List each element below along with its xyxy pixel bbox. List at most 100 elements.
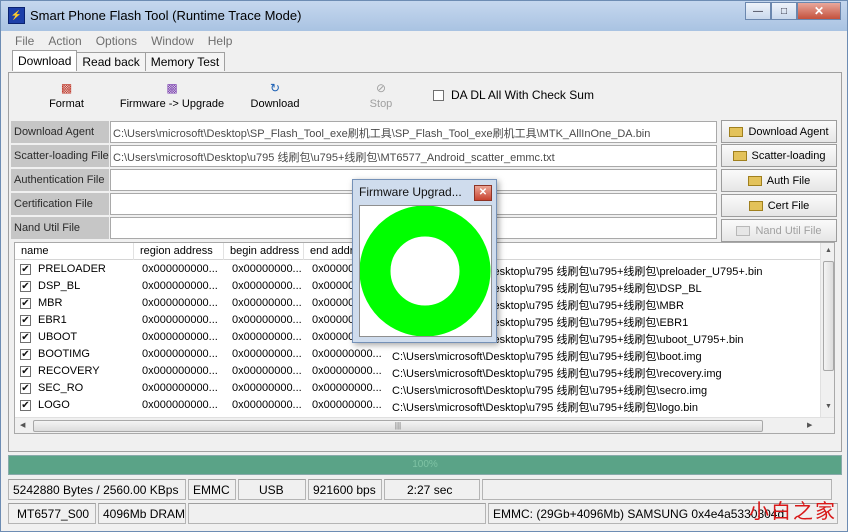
cert-file-button[interactable]: Cert File — [721, 194, 837, 217]
row-checkbox[interactable]: ✔ — [20, 383, 31, 394]
menu-action[interactable]: Action — [41, 34, 88, 48]
end-address-cell: 0x00000000... — [312, 382, 382, 394]
flash-tool-icon: ⚡ — [8, 7, 25, 24]
scatter-loading-button[interactable]: Scatter-loading — [721, 144, 837, 167]
close-icon[interactable]: ✕ — [797, 2, 841, 20]
transfer-rate: 5242880 Bytes / 2560.00 KBps — [8, 479, 186, 500]
maximize-icon[interactable]: □ — [771, 2, 797, 20]
port-type: USB — [238, 479, 306, 500]
location-cell: C:\Users\microsoft\Desktop\u795 线刷包\u795… — [392, 368, 722, 380]
row-checkbox[interactable]: ✔ — [20, 315, 31, 326]
folder-icon — [732, 150, 747, 161]
partition-name-cell: BOOTIMG — [38, 348, 90, 360]
menu-window[interactable]: Window — [144, 34, 201, 48]
partition-name-cell: MBR — [38, 297, 63, 309]
begin-address-cell: 0x00000000... — [232, 314, 302, 326]
scroll-thumb[interactable] — [823, 261, 834, 371]
checksum-checkbox[interactable]: DA DL All With Check Sum — [433, 88, 594, 102]
download-agent-field[interactable]: C:\Users\microsoft\Desktop\SP_Flash_Tool… — [110, 121, 717, 143]
end-address-cell: 0x00000000... — [312, 365, 382, 377]
folder-icon — [747, 175, 762, 186]
row-checkbox[interactable]: ✔ — [20, 349, 31, 360]
download-label: Download — [250, 98, 300, 110]
table-row[interactable]: ✔ BOOTIMG 0x000000000... 0x00000000... 0x000… — [15, 346, 821, 363]
region-address-cell: 0x000000000... — [142, 331, 218, 343]
scatter-loading-field[interactable]: C:\Users\microsoft\Desktop\u795 线刷包\u795… — [110, 145, 717, 167]
partition-name-cell: SEC_RO — [38, 382, 84, 394]
partition-name-cell: LOGO — [38, 399, 70, 411]
end-address-cell: 0x00000000... — [312, 348, 382, 360]
download-agent-row: Download Agent C:\Users\microsoft\Deskto… — [11, 121, 717, 143]
row-checkbox[interactable]: ✔ — [20, 400, 31, 411]
format-button[interactable]: ▩ Format — [39, 81, 94, 117]
scroll-left-icon[interactable]: ◀ — [20, 421, 25, 429]
scroll-down-icon[interactable]: ▼ — [825, 403, 832, 410]
format-icon: ▩ — [60, 81, 73, 95]
region-address-cell: 0x000000000... — [142, 399, 218, 411]
folder-icon — [729, 126, 744, 137]
begin-address-cell: 0x00000000... — [232, 297, 302, 309]
format-label: Format — [49, 98, 84, 110]
close-icon[interactable]: ✕ — [474, 185, 492, 201]
scroll-right-icon[interactable]: ▶ — [807, 421, 812, 429]
firmware-upgrade-button[interactable]: ▩ Firmware -> Upgrade — [117, 81, 227, 117]
auth-file-button[interactable]: Auth File — [721, 169, 837, 192]
vertical-scrollbar[interactable]: ▲ ▼ — [820, 243, 834, 417]
begin-address-cell: 0x00000000... — [232, 280, 302, 292]
scroll-thumb[interactable]: ||| — [33, 420, 763, 432]
checksum-label: DA DL All With Check Sum — [451, 88, 594, 102]
menu-bar: File Action Options Window Help — [8, 31, 841, 50]
tab-download[interactable]: Download — [12, 50, 78, 71]
title-bar[interactable]: ⚡ Smart Phone Flash Tool (Runtime Trace … — [1, 1, 847, 31]
row-checkbox[interactable]: ✔ — [20, 332, 31, 343]
progress-text: 100% — [412, 459, 438, 470]
button-label: Nand Util File — [755, 224, 822, 237]
progress-bar: 100% — [8, 455, 842, 475]
row-checkbox[interactable]: ✔ — [20, 264, 31, 275]
column-header-region[interactable]: region address — [134, 243, 224, 260]
region-address-cell: 0x000000000... — [142, 348, 218, 360]
menu-options[interactable]: Options — [89, 34, 144, 48]
minimize-icon[interactable]: — — [745, 2, 771, 20]
location-cell: C:\Users\microsoft\Desktop\u795 线刷包\u795… — [392, 385, 708, 397]
table-row[interactable]: ✔ SEC_RO 0x000000000... 0x00000000... 0x0000… — [15, 380, 821, 397]
firmware-upgrade-label: Firmware -> Upgrade — [119, 98, 225, 110]
location-cell: C:\Users\microsoft\Desktop\u795 线刷包\u795… — [392, 351, 702, 363]
download-agent-button[interactable]: Download Agent — [721, 120, 837, 143]
partition-name-cell: RECOVERY — [38, 365, 100, 377]
firmware-upgrade-icon: ▩ — [166, 81, 178, 95]
menu-help[interactable]: Help — [201, 34, 240, 48]
table-row[interactable]: ✔ RECOVERY 0x000000000... 0x00000000... 0x00… — [15, 363, 821, 380]
stop-label: Stop — [369, 98, 393, 110]
tab-read-back[interactable]: Read back — [76, 52, 146, 71]
download-button[interactable]: ↻ Download — [247, 81, 303, 117]
scroll-up-icon[interactable]: ▲ — [825, 247, 832, 254]
nand-util-button[interactable]: Nand Util File — [721, 219, 837, 242]
tab-strip: Download Read back Memory Test — [12, 50, 226, 72]
button-label: Scatter-loading — [751, 149, 826, 162]
tab-memory-test[interactable]: Memory Test — [144, 52, 226, 71]
region-address-cell: 0x000000000... — [142, 280, 218, 292]
row-checkbox[interactable]: ✔ — [20, 366, 31, 377]
column-header-name[interactable]: name — [15, 243, 134, 260]
baud-rate: 921600 bps — [308, 479, 382, 500]
progress-ring-canvas — [359, 205, 492, 337]
field-label: Nand Util File — [11, 217, 109, 239]
column-header-begin[interactable]: begin address — [224, 243, 304, 260]
status-bar-bottom: MT6577_S00 4096Mb DRAM EMMC: (29Gb+4096M… — [8, 503, 840, 525]
dram-size: 4096Mb DRAM — [98, 503, 186, 524]
menu-file[interactable]: File — [8, 34, 41, 48]
elapsed-time: 2:27 sec — [384, 479, 480, 500]
region-address-cell: 0x000000000... — [142, 297, 218, 309]
field-label: Scatter-loading File — [11, 145, 109, 167]
status-bar-top: 5242880 Bytes / 2560.00 KBps EMMC USB 92… — [8, 479, 834, 501]
row-checkbox[interactable]: ✔ — [20, 281, 31, 292]
table-row[interactable]: ✔ LOGO 0x000000000... 0x00000000... 0x000000… — [15, 397, 821, 414]
main-window: ⚡ Smart Phone Flash Tool (Runtime Trace … — [0, 0, 848, 532]
partition-name-cell: DSP_BL — [38, 280, 81, 292]
stop-button[interactable]: ⊘ Stop — [363, 81, 399, 117]
partition-name-cell: EBR1 — [38, 314, 67, 326]
horizontal-scrollbar[interactable]: ◀ ||| ▶ — [15, 417, 834, 433]
row-checkbox[interactable]: ✔ — [20, 298, 31, 309]
button-label: Cert File — [767, 199, 810, 212]
